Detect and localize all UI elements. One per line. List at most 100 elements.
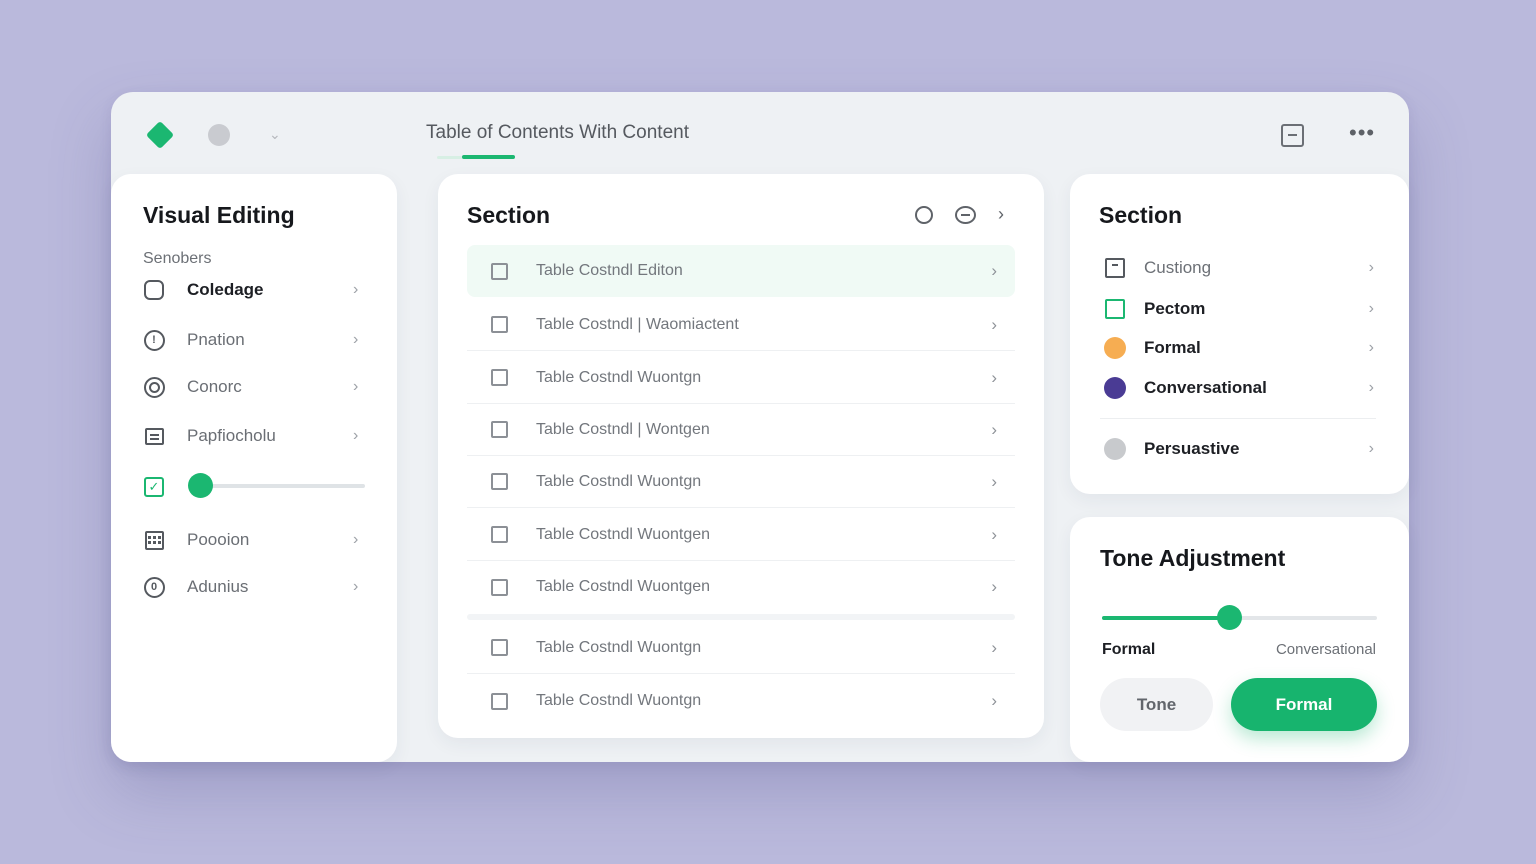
chevron-right-icon: › (353, 331, 359, 348)
checkbox[interactable] (491, 473, 508, 490)
left-item-label: Poooion (187, 530, 250, 549)
tone-slider-handle[interactable] (1216, 605, 1242, 630)
table-row[interactable]: Table Costndl Wuontgn › (467, 622, 1015, 674)
left-item-conorc[interactable]: Conorc › (143, 372, 367, 402)
tone-slider-track[interactable] (1102, 605, 1377, 630)
rounded-square-icon (143, 279, 165, 301)
divider (1100, 418, 1376, 419)
option-persuastive[interactable]: Persuastive › (1104, 435, 1374, 463)
left-item-adunius[interactable]: 0 Adunius › (143, 572, 367, 602)
checkbox[interactable] (491, 578, 508, 596)
panel-title: Tone Adjustment (1100, 545, 1286, 571)
left-item-poooion[interactable]: Poooion › (143, 525, 367, 555)
app-window: ⌄ Table of Contents With Content ••• Vis… (111, 92, 1409, 762)
option-label: Formal (1144, 338, 1201, 357)
tone-button[interactable]: Tone (1100, 678, 1213, 731)
chevron-right-icon: › (991, 261, 997, 280)
logo-diamond-icon (145, 120, 175, 150)
info-circle-icon: ! (143, 329, 165, 351)
row-label: Table Costndl Wuontgn (536, 368, 702, 386)
chevron-right-icon: › (991, 314, 997, 334)
table-row[interactable]: Table Costndl Wuontgn › (467, 456, 1015, 508)
zero-circle-icon: 0 (143, 576, 165, 598)
section-list-panel: Section › Table Costndl Editon › Table C… (438, 174, 1044, 738)
left-item-label: Coledage (187, 280, 264, 299)
checkbox[interactable] (491, 692, 508, 710)
left-item-label: Adunius (187, 577, 249, 596)
chevron-down-icon[interactable]: ⌄ (269, 126, 281, 143)
chevron-right-icon: › (991, 637, 997, 657)
table-row[interactable]: Table Costndl | Waomiactent › (467, 299, 1015, 351)
option-conversational[interactable]: Conversational › (1104, 374, 1374, 402)
section-divider (467, 614, 1015, 620)
checkbox[interactable] (491, 421, 508, 438)
chevron-right-icon: › (1368, 300, 1374, 317)
chevron-right-icon: › (353, 378, 359, 395)
chevron-right-icon: › (353, 578, 359, 595)
chevron-right-icon: › (991, 471, 997, 491)
checkbox-checked-icon: ✓ (143, 476, 165, 498)
panel-actions: › (915, 204, 1004, 225)
checkbox[interactable] (491, 639, 508, 656)
table-row[interactable]: Table Costndl Wuontgen › (467, 561, 1015, 613)
chevron-right-icon: › (991, 524, 997, 544)
orange-dot-icon (1104, 337, 1126, 359)
checkbox[interactable] (491, 316, 508, 333)
row-label: Table Costndl | Waomiactent (536, 315, 739, 333)
chevron-right-icon: › (353, 281, 359, 298)
row-label: Table Costndl Wuontgen (536, 578, 711, 595)
option-pectom[interactable]: Pectom › (1104, 295, 1374, 323)
left-item-coledage[interactable]: Coledage › (143, 275, 367, 305)
table-row[interactable]: Table Costndl Wuontgn › (467, 352, 1015, 404)
outline-square-icon (1104, 257, 1126, 279)
chevron-right-icon: › (991, 577, 997, 596)
document-icon (143, 425, 165, 447)
grid-icon (143, 529, 165, 551)
tone-left-label: Formal (1102, 641, 1156, 658)
table-row[interactable]: Table Costndl Wuontgen › (467, 509, 1015, 561)
chevron-right-icon: › (353, 531, 359, 548)
chevron-right-icon: › (1368, 379, 1374, 396)
option-custiong[interactable]: Custiong › (1104, 254, 1374, 282)
tone-adjustment-panel: Tone Adjustment Formal Conversational To… (1070, 517, 1409, 762)
minimize-icon[interactable] (1281, 124, 1304, 147)
left-slider-handle[interactable] (188, 473, 213, 498)
table-row[interactable]: Table Costndl | Wontgen › (467, 404, 1015, 456)
circle-icon[interactable] (915, 205, 933, 224)
checkbox[interactable] (491, 262, 508, 280)
visual-editing-panel: Visual Editing Senobers Coledage › ! Pna… (111, 174, 397, 762)
option-label: Custiong (1144, 258, 1212, 277)
chevron-right-icon: › (991, 419, 997, 439)
formal-button[interactable]: Formal (1231, 678, 1377, 731)
tone-right-label: Conversational (1275, 641, 1376, 658)
row-label: Table Costndl Wuontgn (536, 638, 702, 656)
left-item-papfiocholu[interactable]: Papfiocholu › (143, 421, 367, 451)
row-label: Table Costndl Wuontgn (536, 692, 702, 709)
option-label: Conversational (1144, 378, 1267, 397)
table-row[interactable]: Table Costndl Editon › (467, 245, 1015, 297)
avatar[interactable] (208, 124, 230, 146)
chevron-right-icon: › (1368, 259, 1374, 276)
more-options-icon[interactable]: ••• (1349, 120, 1375, 146)
left-item-label: Conorc (187, 377, 242, 396)
checkbox[interactable] (491, 369, 508, 386)
left-slider-track[interactable] (188, 473, 365, 498)
document-title-tab[interactable]: Table of Contents With Content (426, 122, 689, 144)
panel-title: Section (467, 202, 551, 228)
checkbox[interactable] (491, 526, 508, 543)
target-icon (143, 376, 165, 398)
panel-subtitle: Senobers (143, 250, 212, 267)
grey-dot-icon (1104, 438, 1126, 460)
left-item-label: Papfiocholu (187, 426, 276, 445)
chevron-right-icon[interactable]: › (998, 204, 1004, 225)
slider-checkbox[interactable]: ✓ (143, 472, 183, 502)
panel-title: Visual Editing (143, 202, 295, 228)
tone-slider-fill (1102, 616, 1229, 620)
left-item-label: Pnation (187, 330, 245, 349)
option-formal[interactable]: Formal › (1104, 334, 1374, 362)
left-item-pnation[interactable]: ! Pnation › (143, 325, 367, 355)
table-row[interactable]: Table Costndl Wuontgn › (467, 675, 1015, 727)
comment-icon[interactable] (955, 205, 976, 224)
top-bar: ⌄ Table of Contents With Content ••• (111, 92, 1409, 174)
chevron-right-icon: › (991, 367, 997, 387)
